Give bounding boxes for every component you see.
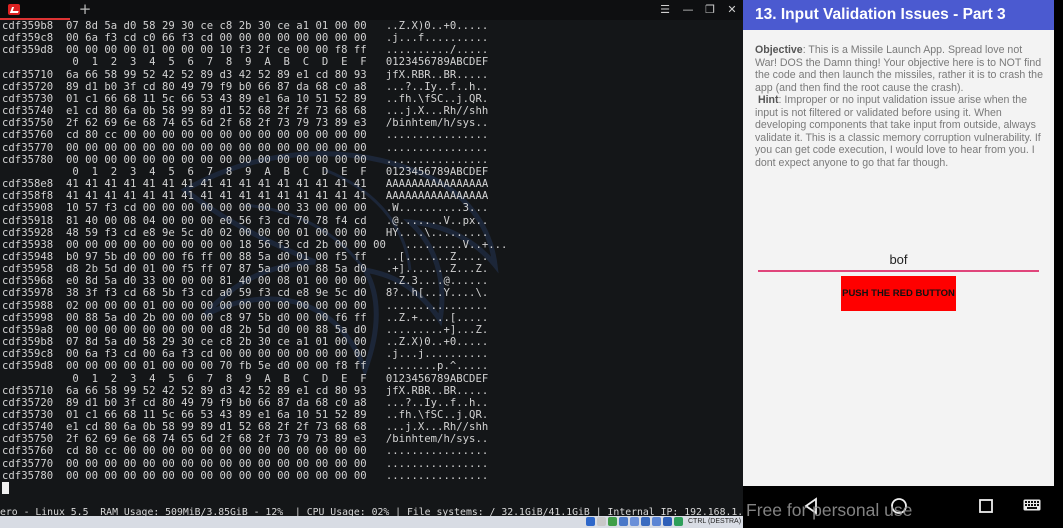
terminal-line: cdf35780 00 00 00 00 00 00 00 00 00 00 0… (2, 153, 489, 166)
shared-folder-icon[interactable] (619, 517, 628, 526)
cpu-icon[interactable] (663, 517, 672, 526)
display-icon[interactable] (630, 517, 639, 526)
video-capture-icon[interactable] (641, 517, 650, 526)
terminal-line: cdf35988 02 00 00 00 01 00 00 00 00 00 0… (2, 299, 489, 312)
new-tab-plus-icon[interactable]: + (76, 0, 94, 20)
terminal-line: cdf35760 cd 80 cc 00 00 00 00 00 00 00 0… (2, 129, 489, 142)
terminal-line: cdf359d8 00 00 00 00 01 00 00 00 70 fb 5… (2, 360, 489, 373)
app-toolbar: 13. Input Validation Issues - Part 3 (743, 0, 1054, 30)
app-content: Objective: This is a Missile Launch App.… (743, 30, 1054, 486)
terminal-line: cdf35770 00 00 00 00 00 00 00 00 00 00 0… (2, 141, 489, 154)
watermark-text: Free for personal use (746, 500, 913, 520)
terminal-line: cdf35720 89 d1 b0 3f cd 80 49 79 f9 b0 6… (2, 80, 489, 93)
terminal-line: cdf359a8 00 00 00 00 00 00 00 00 d8 2b 5… (2, 323, 489, 336)
terminal-line: 0 1 2 3 4 5 6 7 8 9 A B C D E F 01234567… (72, 56, 489, 69)
terminal-line: cdf35740 e1 cd 80 6a 0b 58 99 89 d1 52 6… (2, 105, 489, 118)
system-tray: CTRL (DESTRA) (0, 516, 743, 528)
terminal-line: cdf35928 48 59 f3 cd e8 9e 5c d0 02 00 0… (2, 226, 489, 239)
push-red-button[interactable]: PUSH THE RED BUTTON (841, 276, 956, 311)
terminal-line: cdf35720 89 d1 b0 3f cd 80 49 79 f9 b0 6… (2, 396, 489, 409)
terminal-line: cdf35730 01 c1 66 68 11 5c 66 53 43 89 e… (2, 409, 489, 421)
maximize-icon[interactable]: ❐ (701, 2, 719, 18)
terminal-line: cdf35948 b0 97 5b d0 00 00 f6 ff 00 88 5… (2, 250, 489, 263)
terminal-line: cdf35710 6a 66 58 99 52 42 52 89 d3 42 5… (2, 384, 489, 397)
terminal-window[interactable]: + ☰ — ❐ ✕ cdf359b8 07 8d 5a d0 58 29 30 … (0, 0, 743, 528)
terminal-line: cdf358e8 41 41 41 41 41 41 41 41 41 41 4… (2, 178, 489, 191)
terminal-line: cdf359b8 07 8d 5a d0 58 29 30 ce c8 2b 3… (2, 20, 489, 32)
terminal-line: cdf35958 d8 2b 5d d0 01 00 f5 ff 07 87 5… (2, 263, 489, 276)
terminal-line: cdf35978 38 3f f3 cd 68 5b f3 cd a0 59 f… (2, 287, 489, 300)
terminal-line: cdf35750 2f 62 69 6e 68 74 65 6d 2f 68 2… (2, 433, 489, 446)
terminal-line: cdf35918 81 40 00 08 04 00 00 00 e0 56 f… (2, 214, 489, 227)
host-key-label: CTRL (DESTRA) (688, 518, 742, 525)
terminal-line: cdf35780 00 00 00 00 00 00 00 00 00 00 0… (2, 469, 489, 482)
code-input[interactable] (758, 248, 1039, 272)
network-icon[interactable] (586, 517, 595, 526)
terminal-app-icon (8, 4, 20, 15)
recents-square-icon[interactable] (978, 498, 994, 514)
hamburger-menu-icon[interactable]: ☰ (656, 2, 674, 18)
terminal-line: cdf359c8 00 6a f3 cd 00 6a f3 cd 00 00 0… (2, 348, 489, 361)
terminal-output[interactable]: cdf359b8 07 8d 5a d0 58 29 30 ce c8 2b 3… (0, 20, 743, 495)
terminal-titlebar: + ☰ — ❐ ✕ (0, 0, 743, 20)
terminal-line: 0 1 2 3 4 5 6 7 8 9 A B C D E F 01234567… (72, 372, 489, 385)
terminal-line: cdf35908 10 57 f3 cd 00 00 00 00 00 00 0… (2, 202, 489, 215)
keyboard-icon[interactable] (1023, 499, 1041, 511)
terminal-line: cdf35740 e1 cd 80 6a 0b 58 99 89 d1 52 6… (2, 421, 489, 434)
keyboard-capture-icon[interactable] (674, 517, 683, 526)
challenge-description: Objective: This is a Missile Launch App.… (755, 44, 1047, 169)
mouse-integration-icon[interactable] (652, 517, 661, 526)
terminal-cursor (2, 482, 9, 494)
page-title: 13. Input Validation Issues - Part 3 (755, 6, 1006, 23)
close-icon[interactable]: ✕ (723, 2, 741, 18)
hint-text: : Improper or no input validation issue … (755, 94, 1041, 169)
terminal-line: cdf35998 00 88 5a d0 2b 00 00 00 c8 97 5… (2, 311, 489, 324)
objective-label: Objective (755, 44, 803, 56)
hint-label: Hint (757, 94, 779, 106)
terminal-line: 0 1 2 3 4 5 6 7 8 9 A B C D E F 01234567… (72, 165, 489, 178)
terminal-line: cdf35750 2f 62 69 6e 68 74 65 6d 2f 68 2… (2, 117, 489, 130)
terminal-line: cdf35760 cd 80 cc 00 00 00 00 00 00 00 0… (2, 445, 489, 458)
terminal-tab[interactable] (0, 0, 70, 20)
terminal-line: cdf35968 e0 8d 5a d0 33 00 00 00 81 40 0… (2, 275, 489, 288)
terminal-line: cdf35938 00 00 00 00 00 00 00 00 00 18 5… (2, 238, 508, 251)
terminal-line: cdf358f8 41 41 41 41 41 41 41 41 41 41 4… (2, 190, 489, 203)
disk-icon[interactable] (597, 517, 606, 526)
usb-icon[interactable] (608, 517, 617, 526)
minimize-icon[interactable]: — (679, 2, 697, 18)
terminal-line: cdf35770 00 00 00 00 00 00 00 00 00 00 0… (2, 457, 489, 470)
terminal-line: cdf359c8 00 6a f3 cd c0 66 f3 cd 00 00 0… (2, 32, 489, 45)
terminal-line: cdf35710 6a 66 58 99 52 42 52 89 d3 42 5… (2, 68, 489, 81)
terminal-line: cdf35730 01 c1 66 68 11 5c 66 53 43 89 e… (2, 92, 489, 105)
hexdump-output: cdf359b8 07 8d 5a d0 58 29 30 ce c8 2b 3… (0, 20, 743, 482)
android-emulator: 13. Input Validation Issues - Part 3 Obj… (743, 0, 1063, 528)
terminal-line: cdf359d8 00 00 00 00 01 00 00 00 10 f3 2… (2, 44, 489, 57)
terminal-line: cdf359b8 07 8d 5a d0 58 29 30 ce c8 2b 3… (2, 336, 489, 349)
